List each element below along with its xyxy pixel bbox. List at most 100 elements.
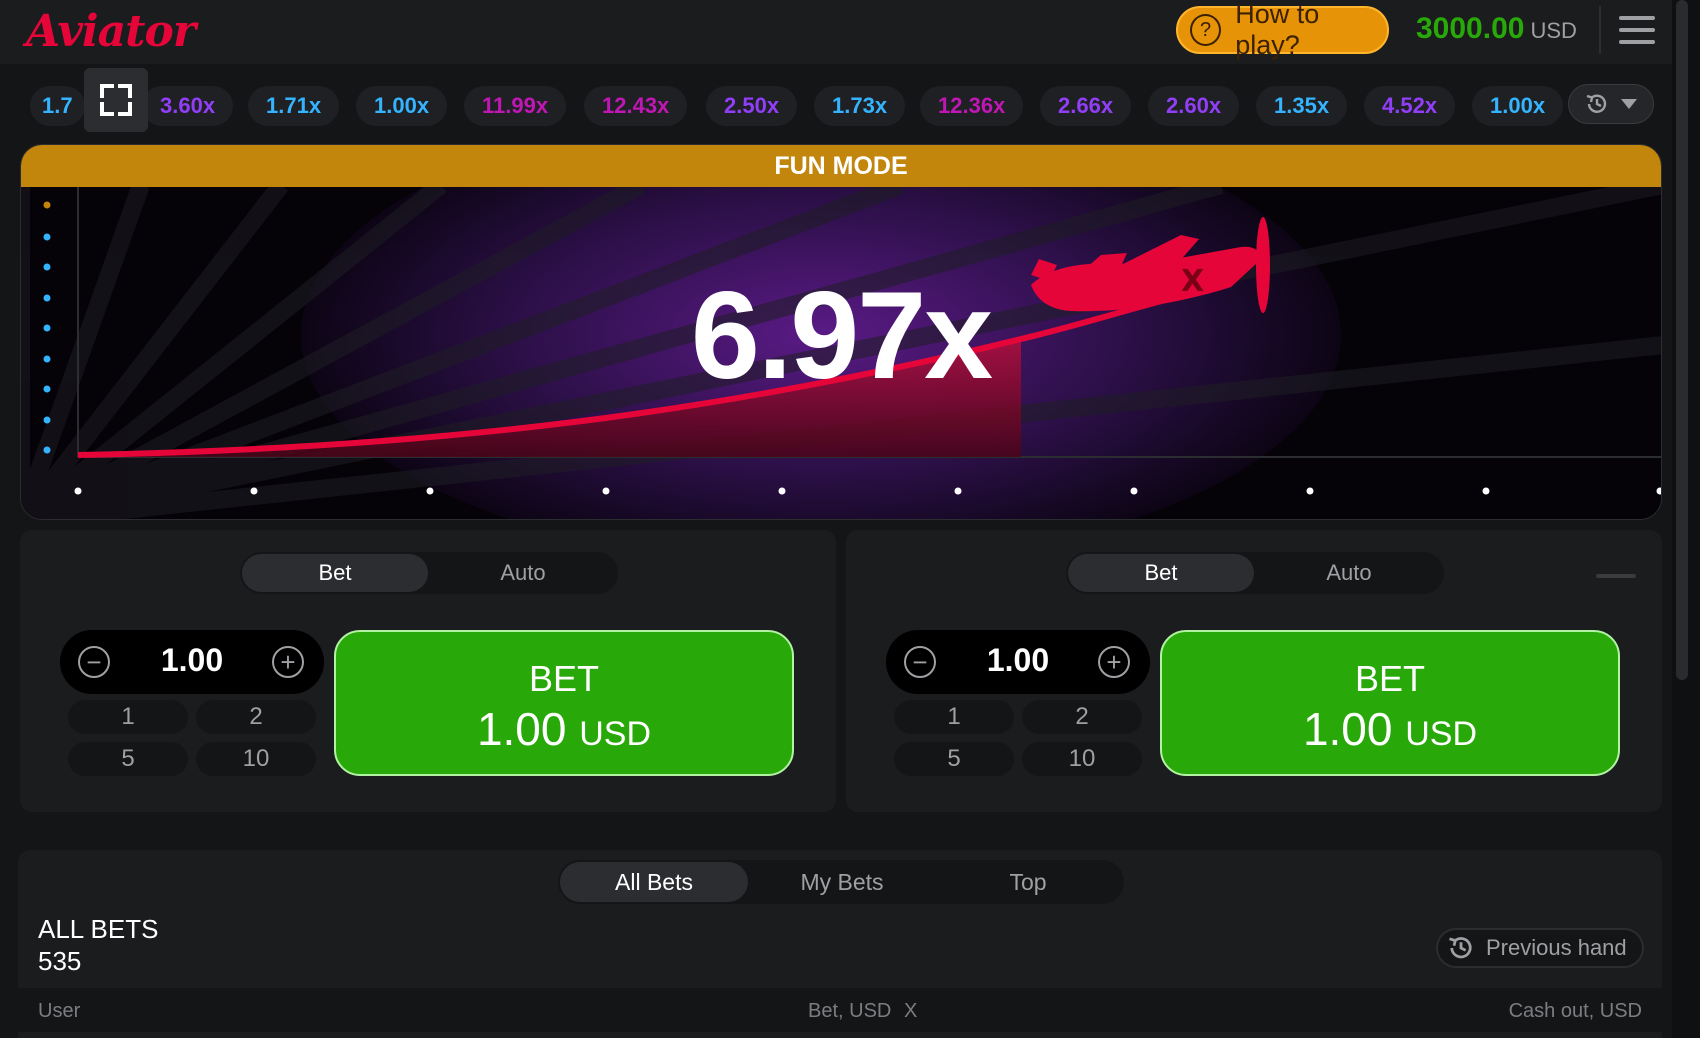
header-divider [1599,6,1601,54]
bet-amount-stepper: − 1.00 + [60,630,324,694]
balance-amount: 3000.00 [1416,12,1525,45]
quick-amount-button[interactable]: 2 [1022,700,1142,734]
bet-panel-1: Bet Auto − 1.00 + 1 2 5 10 BET 1.00 USD [20,530,836,812]
fullscreen-corner [118,102,132,116]
aviator-logo: Aviator [26,6,196,57]
bets-table-header: User Bet, USD X Cash out, USD [18,988,1662,1032]
bet-mode-tabs: Bet Auto [1066,552,1444,594]
history-item[interactable]: 3.60x [142,86,234,126]
multiplier-history: 1.7 3.60x 1.71x 1.00x 11.99x 12.43x 2.50… [18,70,1570,138]
history-item[interactable]: 1.71x [248,86,340,126]
hamburger-icon[interactable] [1619,16,1655,44]
chevron-down-icon [1621,99,1637,109]
all-bets-title: ALL BETS [38,914,159,944]
quick-amount-button[interactable]: 5 [68,742,188,776]
top-header: Aviator ? How to play? 3000.00 USD [0,0,1672,64]
bet-amount-value[interactable]: 1.00 [946,642,1090,679]
column-x: X [904,1000,918,1022]
fun-mode-banner: FUN MODE [21,145,1661,187]
help-icon: ? [1190,14,1222,46]
bet-amount-text: 1.00 [1302,703,1393,755]
fullscreen-corner [118,84,132,98]
bet-amount-value[interactable]: 1.00 [120,642,264,679]
history-item[interactable]: 1.7 [30,86,85,126]
quick-amount-button[interactable]: 1 [68,700,188,734]
column-user: User [38,1000,81,1022]
bet-amount-stepper: − 1.00 + [886,630,1150,694]
bet-button[interactable]: BET 1.00 USD [1160,630,1620,776]
previous-hand-button[interactable]: Previous hand [1436,928,1644,968]
history-toggle-button[interactable] [1568,84,1654,124]
how-to-play-label: How to play? [1235,0,1320,60]
history-clock-icon [1586,94,1607,113]
quick-amount-button[interactable]: 5 [894,742,1014,776]
bets-tabs: All Bets My Bets Top [558,860,1124,904]
history-value: 11.99x [482,93,549,118]
tab-bet[interactable]: Bet [242,554,428,592]
minus-icon[interactable]: − [904,646,936,678]
history-value: 3.60x [160,93,216,118]
tab-bet[interactable]: Bet [1068,554,1254,592]
history-item[interactable]: 1.73x [814,86,906,126]
bets-section: All Bets My Bets Top ALL BETS 535 Previo… [18,850,1662,1038]
quick-amount-button[interactable]: 10 [1022,742,1142,776]
tab-all-bets[interactable]: All Bets [560,862,748,902]
bet-currency-text: USD [1405,715,1478,753]
bet-button-amount: 1.00 USD [1162,702,1618,756]
history-value: 1.7 [42,93,73,118]
history-value: 12.43x [602,93,670,118]
history-value: 1.73x [832,93,888,118]
menu-bar [1619,28,1655,32]
tab-auto[interactable]: Auto [430,554,616,592]
quick-amount-button[interactable]: 10 [196,742,316,776]
previous-hand-label: Previous hand [1486,935,1627,960]
bet-panel-2: Bet Auto − 1.00 + 1 2 5 10 BET 1.00 USD [846,530,1662,812]
tab-top[interactable]: Top [934,862,1122,902]
quick-amount-button[interactable]: 2 [196,700,316,734]
history-value: 1.00x [374,93,430,118]
history-item[interactable]: 2.50x [706,86,798,126]
history-item[interactable]: 11.99x [464,86,567,126]
fullscreen-icon[interactable] [84,68,148,132]
balance-currency: USD [1530,18,1577,43]
tab-auto[interactable]: Auto [1256,554,1442,592]
how-to-play-button[interactable]: ? How to play? [1176,0,1389,60]
current-multiplier: 6.97x [690,267,993,405]
bet-amount-text: 1.00 [476,703,567,755]
bet-mode-tabs: Bet Auto [240,552,618,594]
history-item[interactable]: 2.60x [1148,86,1240,126]
history-value: 2.50x [724,93,780,118]
plus-icon[interactable]: + [1098,646,1130,678]
remove-panel-button[interactable] [1596,574,1636,578]
history-value: 4.52x [1382,93,1438,118]
history-item[interactable]: 1.00x [1472,86,1564,126]
history-value: 2.66x [1058,93,1114,118]
balance: 3000.00 USD [1416,12,1577,46]
history-item[interactable]: 4.52x [1364,86,1456,126]
minus-icon[interactable]: − [78,646,110,678]
bet-button[interactable]: BET 1.00 USD [334,630,794,776]
bet-button-amount: 1.00 USD [336,702,792,756]
history-value: 12.36x [938,93,1006,118]
history-value: 1.35x [1274,93,1330,118]
history-clock-icon [1449,937,1472,959]
bet-button-label: BET [528,658,599,699]
history-item[interactable]: 2.66x [1040,86,1132,126]
bet-button-label: BET [1354,658,1425,699]
history-item[interactable]: 12.36x [920,86,1024,126]
all-bets-count: 535 [38,946,82,976]
column-cashout: Cash out, USD [1508,1000,1642,1022]
plus-icon[interactable]: + [272,646,304,678]
history-value: 2.60x [1166,93,1222,118]
quick-amount-button[interactable]: 1 [894,700,1014,734]
history-item[interactable]: 12.43x [584,86,688,126]
fullscreen-corner [100,84,114,98]
menu-bar [1619,16,1655,20]
history-item[interactable]: 1.00x [356,86,448,126]
history-value: 1.00x [1490,93,1546,118]
history-item[interactable]: 1.35x [1256,86,1348,126]
menu-bar [1619,40,1655,44]
tab-my-bets[interactable]: My Bets [748,862,936,902]
fullscreen-corner [100,102,114,116]
bet-currency-text: USD [579,715,652,753]
